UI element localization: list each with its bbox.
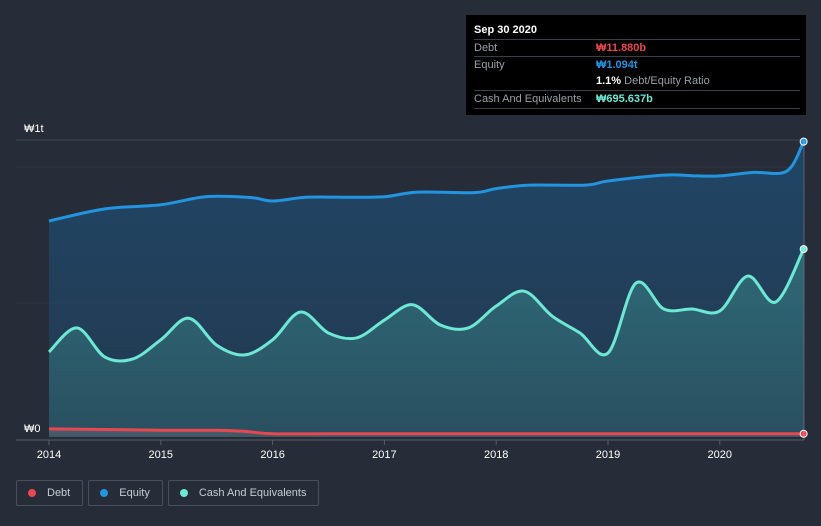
tooltip-equity-value: ₩1.094t <box>596 59 638 71</box>
equity-dot-icon <box>100 489 109 497</box>
tooltip-debt-value: ₩11.880b <box>596 42 647 54</box>
y-tick-label: ₩1t <box>24 123 44 135</box>
legend-cash[interactable]: Cash And Equivalents <box>167 480 320 506</box>
x-tick-label: 2017 <box>372 449 396 461</box>
legend-label: Equity <box>119 487 150 499</box>
legend-equity[interactable]: Equity <box>88 480 163 506</box>
tooltip-date: Sep 30 2020 <box>474 24 537 36</box>
tooltip-cash-row: Cash And Equivalents ₩695.637b <box>474 90 800 109</box>
tooltip: Sep 30 2020 Debt ₩11.880b Equity ₩1.094t… <box>466 15 806 115</box>
tooltip-debt-label: Debt <box>474 42 498 54</box>
tooltip-cash-value: ₩695.637b <box>596 93 653 105</box>
legend-debt[interactable]: Debt <box>16 480 84 506</box>
tooltip-equity-label: Equity <box>474 59 505 71</box>
debt-equity-chart: ₩0 ₩1t 2014 2015 2016 2017 2018 2019 2020 Sep 30… <box>0 0 821 526</box>
tooltip-cash-label: Cash And Equivalents <box>474 93 582 105</box>
x-tick-label: 2019 <box>596 449 620 461</box>
x-tick-label: 2016 <box>260 449 284 461</box>
x-tick-label: 2014 <box>37 449 61 461</box>
debt-dot-icon <box>28 489 36 497</box>
tooltip-ratio-value: 1.1% <box>596 75 622 87</box>
legend-label: Debt <box>47 487 71 499</box>
cash-dot-icon <box>179 489 188 497</box>
x-tick-label: 2018 <box>484 449 508 461</box>
x-tick-label: 2020 <box>708 449 732 461</box>
tooltip-ratio: 1.1% Debt/Equity Ratio <box>596 75 710 87</box>
x-tick-label: 2015 <box>149 449 173 461</box>
tooltip-debt-row: Debt ₩11.880b <box>474 39 800 57</box>
legend: Debt Equity Cash And Equivalents <box>16 480 320 506</box>
tooltip-ratio-label: Debt/Equity Ratio <box>624 75 710 87</box>
tooltip-equity-row: Equity ₩1.094t 1.1% Debt/Equity Ratio <box>474 56 800 91</box>
y-tick-label: ₩0 <box>24 423 41 435</box>
legend-label: Cash And Equivalents <box>198 487 307 499</box>
